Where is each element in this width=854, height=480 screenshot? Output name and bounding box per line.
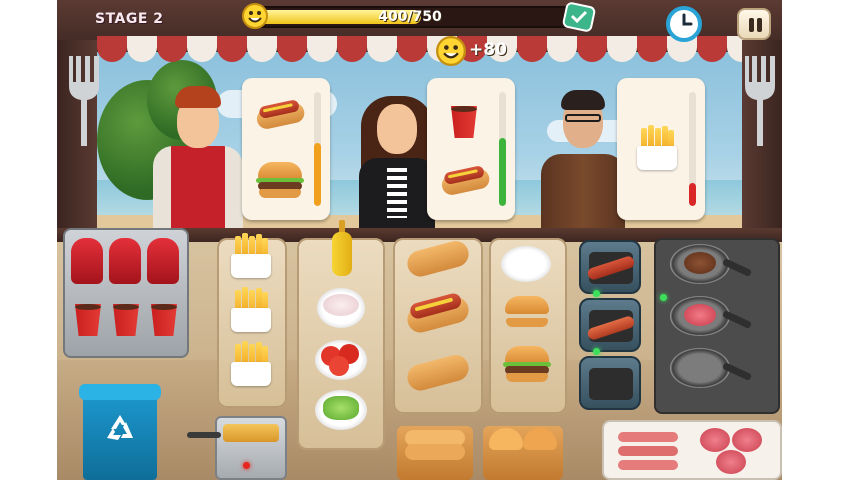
empty-plate[interactable]: [501, 246, 551, 282]
fries-portion[interactable]: [231, 233, 271, 278]
stage-label: STAGE 2: [95, 11, 164, 27]
fork-decoration-icon: [69, 56, 99, 146]
onion-bowl[interactable]: [317, 288, 365, 328]
fries-icon: [637, 125, 677, 170]
soda-cup[interactable]: [149, 300, 179, 336]
fryer[interactable]: [187, 416, 287, 480]
customer-black-jacket[interactable]: [357, 88, 437, 238]
sausage-grill[interactable]: [579, 356, 641, 410]
soda-machine[interactable]: [63, 228, 189, 358]
order-bubble-2: [427, 78, 515, 220]
stove-indicator: [660, 294, 667, 301]
game-scene: STAGE 2 400/750 +80: [57, 0, 782, 480]
customer-red-jacket[interactable]: [153, 84, 243, 236]
patience-meter: [314, 92, 321, 206]
grill-indicator: [593, 290, 600, 297]
progress-bar: 400/750: [245, 6, 575, 28]
goal-badge-icon: [562, 2, 596, 32]
burger-bun-basket[interactable]: [483, 426, 563, 480]
sausage-grill[interactable]: [579, 240, 641, 294]
recycle-icon: [107, 415, 133, 440]
frying-pan[interactable]: [670, 296, 753, 336]
awning: [97, 36, 757, 66]
soda-cup[interactable]: [111, 300, 141, 336]
patience-meter: [499, 92, 506, 206]
grill-indicator: [593, 348, 600, 355]
smiley-icon: [436, 36, 466, 66]
hotdog-bun-basket[interactable]: [397, 426, 473, 480]
mustard-bottle[interactable]: [331, 220, 353, 276]
sausage-grill[interactable]: [579, 298, 641, 352]
fries-portion[interactable]: [231, 341, 271, 386]
trash-bin[interactable]: [79, 384, 161, 480]
smiley-icon: [242, 3, 268, 29]
hotdog-icon: [439, 161, 492, 197]
progress-text: 400/750: [378, 9, 442, 25]
burger-icon: [256, 162, 304, 198]
lettuce-plate[interactable]: [315, 390, 367, 430]
raw-meat-tray[interactable]: [602, 420, 782, 480]
fork-decoration-icon: [745, 56, 775, 146]
customer-glasses[interactable]: [541, 88, 625, 238]
order-bubble-1: [242, 78, 330, 220]
fries-portion[interactable]: [231, 287, 271, 332]
clock-icon[interactable]: [666, 6, 702, 42]
patty-stove: [654, 238, 780, 414]
pause-button[interactable]: [737, 8, 771, 40]
soda-cup[interactable]: [73, 300, 103, 336]
tomato-plate[interactable]: [315, 340, 367, 380]
burger-bun[interactable]: [505, 296, 549, 332]
burger-ready[interactable]: [503, 346, 551, 382]
frying-pan[interactable]: [670, 244, 753, 284]
soda-icon: [449, 102, 479, 138]
hotdog-icon: [254, 95, 307, 131]
patience-meter: [689, 92, 696, 206]
coin-bonus: +80: [469, 40, 507, 60]
order-bubble-3: [617, 78, 705, 220]
frying-pan[interactable]: [670, 348, 753, 388]
